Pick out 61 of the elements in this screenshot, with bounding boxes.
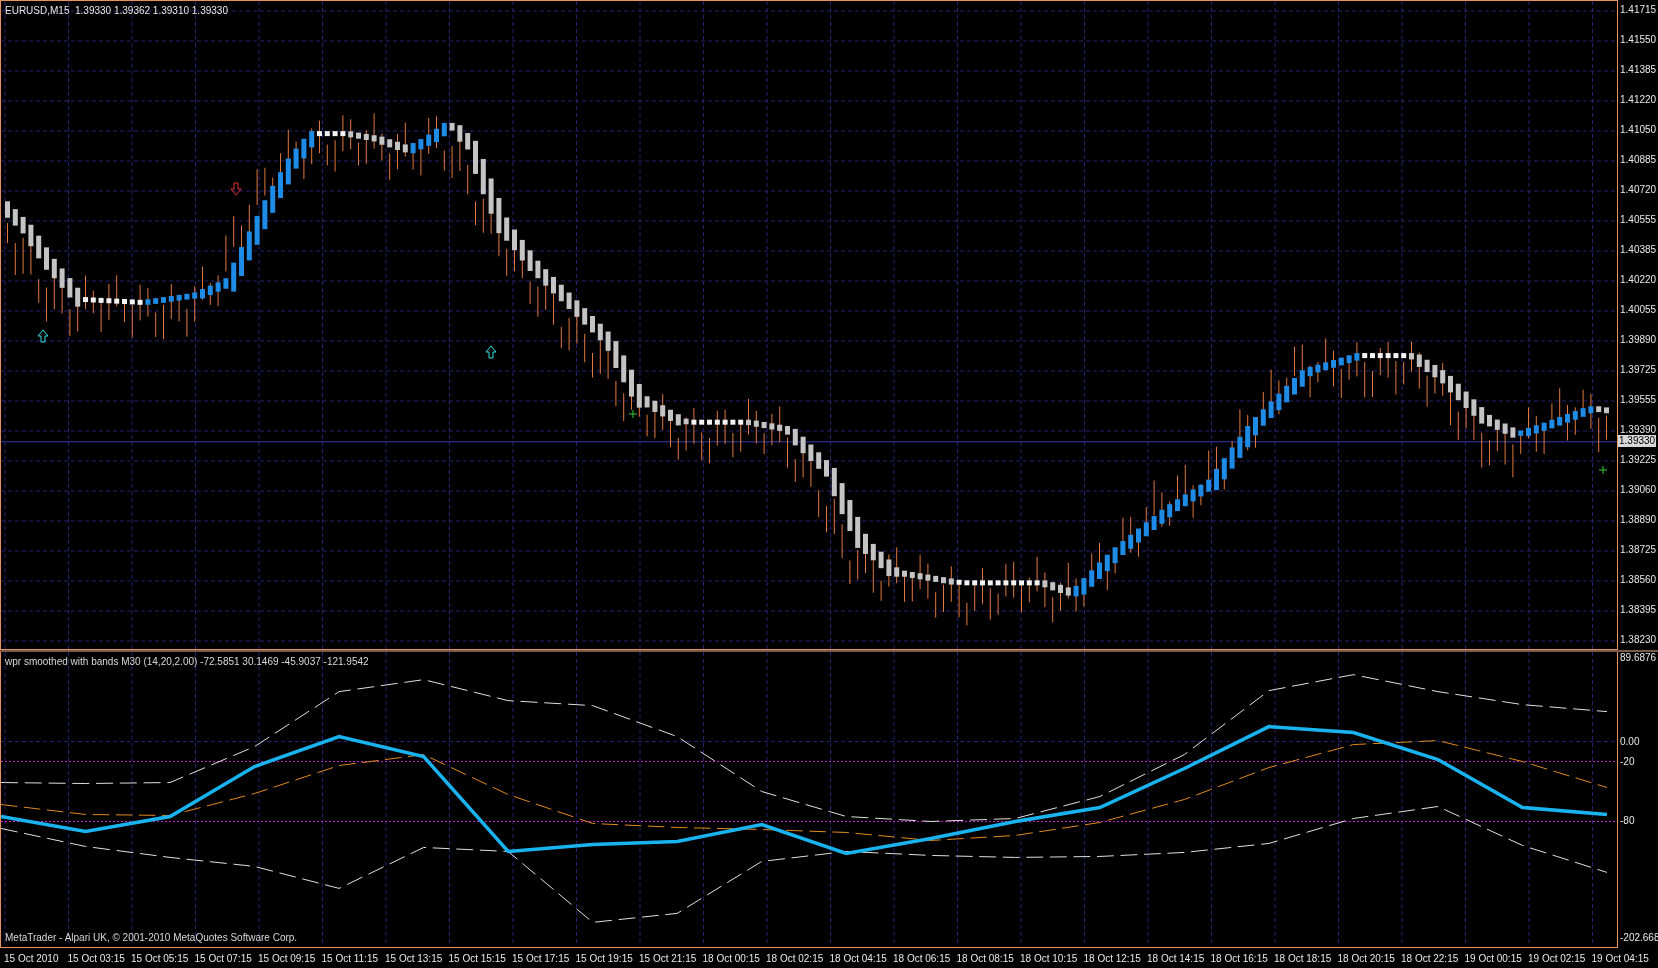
price-label: 1.41715 <box>1620 4 1657 16</box>
time-label: 18 Oct 08:15 <box>956 951 1015 966</box>
indicator-axis-label: -20 <box>1620 755 1635 768</box>
price-label: 1.40220 <box>1620 274 1657 286</box>
up-arrow-icon <box>37 329 49 343</box>
time-label: 15 Oct 19:15 <box>575 951 634 966</box>
price-label: 1.41220 <box>1620 94 1657 106</box>
price-label: 1.38725 <box>1620 544 1657 556</box>
plus-icon <box>1598 465 1608 475</box>
time-label: 18 Oct 04:15 <box>829 951 888 966</box>
time-label: 18 Oct 20:15 <box>1337 951 1396 966</box>
price-label: 1.41550 <box>1620 34 1657 46</box>
indicator-axis-label: 89.6876 <box>1620 652 1657 664</box>
price-label: 1.38560 <box>1620 574 1657 586</box>
price-label: 1.41385 <box>1620 64 1657 76</box>
price-label: 1.39890 <box>1620 334 1657 346</box>
price-label: 1.40885 <box>1620 154 1657 166</box>
time-label: 18 Oct 00:15 <box>702 951 761 966</box>
time-label: 18 Oct 14:15 <box>1147 951 1206 966</box>
time-label: 18 Oct 02:15 <box>766 951 825 966</box>
price-label: 1.38890 <box>1620 514 1657 526</box>
chart-title: EURUSD,M15 1.39330 1.39362 1.39310 1.39330 <box>5 4 228 18</box>
price-label: 1.41050 <box>1620 124 1657 136</box>
price-label: 1.39555 <box>1620 394 1657 406</box>
price-label: 1.38395 <box>1620 604 1657 616</box>
down-arrow-icon <box>230 182 242 196</box>
plus-icon <box>628 409 638 419</box>
price-label: 1.40555 <box>1620 214 1657 226</box>
price-label: 1.38230 <box>1620 634 1657 646</box>
current-price-label: 1.39330 <box>1618 434 1657 447</box>
time-label: 18 Oct 12:15 <box>1083 951 1142 966</box>
time-label: 15 Oct 03:15 <box>67 951 126 966</box>
time-label: 15 Oct 11:15 <box>321 951 380 966</box>
time-label: 18 Oct 10:15 <box>1020 951 1079 966</box>
indicator-title: wpr smoothed with bands M30 (14,20,2.00) -72.5851 30.1469 -45.9037 -121.9542 <box>5 655 369 669</box>
time-label: 15 Oct 2010 <box>4 951 60 966</box>
price-label: 1.39225 <box>1620 454 1657 466</box>
time-label: 18 Oct 16:15 <box>1210 951 1269 966</box>
time-label: 15 Oct 09:15 <box>258 951 317 966</box>
copyright-text: MetaTrader - Alpari UK, © 2001-2010 MetaQuotes Software Corp. <box>5 931 298 945</box>
price-label: 1.39060 <box>1620 484 1657 496</box>
time-label: 15 Oct 13:15 <box>385 951 444 966</box>
time-label: 19 Oct 00:15 <box>1464 951 1523 966</box>
time-label: 15 Oct 17:15 <box>512 951 571 966</box>
price-label: 1.39725 <box>1620 364 1657 376</box>
price-label: 1.40720 <box>1620 184 1657 196</box>
time-label: 15 Oct 15:15 <box>448 951 507 966</box>
time-label: 18 Oct 18:15 <box>1274 951 1333 966</box>
time-label: 18 Oct 22:15 <box>1401 951 1460 966</box>
price-label: 1.39390 <box>1620 424 1657 436</box>
time-label: 15 Oct 07:15 <box>194 951 253 966</box>
time-label: 18 Oct 06:15 <box>893 951 952 966</box>
price-label: 1.40055 <box>1620 304 1657 316</box>
indicator-axis-label: 0.00 <box>1620 735 1640 748</box>
price-label: 1.40385 <box>1620 244 1657 256</box>
time-label: 19 Oct 04:15 <box>1591 951 1649 966</box>
time-label: 15 Oct 21:15 <box>639 951 698 966</box>
time-label: 19 Oct 02:15 <box>1528 951 1587 966</box>
up-arrow-icon <box>485 345 497 359</box>
indicator-axis-label: -80 <box>1620 815 1635 828</box>
time-label: 15 Oct 05:15 <box>131 951 190 966</box>
